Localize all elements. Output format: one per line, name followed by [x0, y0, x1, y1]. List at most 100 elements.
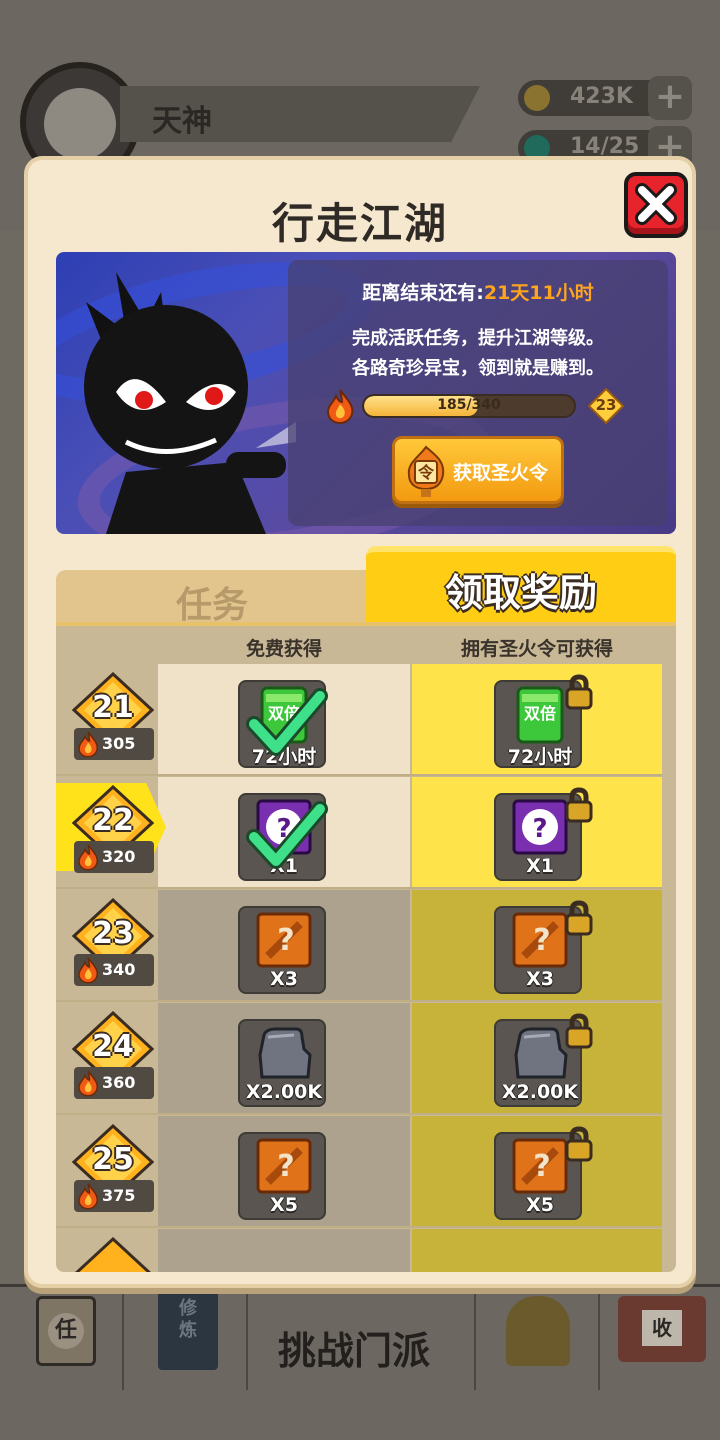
- description-line-2: 各路奇珍异宝，领到就是赚到。: [352, 358, 604, 379]
- paid-reward-cell[interactable]: X2.00K: [412, 1003, 662, 1113]
- tab-rewards[interactable]: 领取奖励: [366, 546, 676, 622]
- level-points: 320: [74, 841, 154, 873]
- coin-icon: [524, 85, 550, 111]
- tab-rewards-label: 领取奖励: [444, 571, 597, 615]
- description-line-1: 完成活跃任务，提升江湖等级。: [352, 328, 604, 349]
- coin-value: 423K: [570, 84, 633, 109]
- row-divider: [56, 1226, 662, 1228]
- lock-icon: [565, 674, 593, 710]
- flame-icon: [78, 1183, 99, 1210]
- level-points: 375: [74, 1180, 154, 1212]
- paid-reward-item[interactable]: ? X5: [494, 1126, 593, 1220]
- row-divider: [56, 774, 662, 776]
- row-divider: [56, 1000, 662, 1002]
- paid-reward-cell[interactable]: ? X5: [412, 1116, 662, 1226]
- current-level-badge: 23: [587, 387, 625, 425]
- free-reward-item[interactable]: X2.00K: [238, 1019, 326, 1107]
- add-coin-button[interactable]: +: [648, 76, 692, 120]
- item-quantity: X5: [270, 1194, 298, 1216]
- challenge-sect-label: 挑战门派: [278, 1329, 431, 1373]
- free-reward-cell[interactable]: X2.00K: [158, 1003, 410, 1113]
- flame-icon: [326, 389, 354, 424]
- row-divider: [56, 887, 662, 889]
- claimed-check-icon: [246, 801, 328, 869]
- level-points: 360: [74, 1067, 154, 1099]
- reward-row: ? X5? X5 25 375: [56, 1116, 676, 1228]
- player-name: 天神: [152, 104, 212, 139]
- get-token-label: 获取圣火令: [453, 462, 549, 484]
- tab-tasks[interactable]: 任务: [56, 570, 368, 626]
- flame-icon: [78, 731, 99, 758]
- flame-icon: [78, 844, 99, 871]
- reward-row: 双倍 72小时 双倍 72小时 21 305: [56, 664, 676, 776]
- item-quantity: X3: [526, 968, 554, 990]
- row-divider: [56, 1113, 662, 1115]
- holy-fire-token-icon: 令: [407, 445, 445, 497]
- mystery-purple-icon: ?: [510, 799, 570, 857]
- item-quantity: X3: [270, 968, 298, 990]
- item-quantity: X5: [526, 1194, 554, 1216]
- countdown: 距离结束还有:21天11小时: [288, 278, 668, 305]
- claimed-check-icon: [246, 688, 328, 756]
- paid-reward-item[interactable]: X2.00K: [494, 1013, 593, 1107]
- diamond-badge-icon: [75, 1237, 151, 1272]
- reward-row: ? X3? X3 23 340: [56, 890, 676, 1002]
- free-reward-item[interactable]: 双倍 72小时: [238, 680, 328, 768]
- free-reward-cell[interactable]: ? X3: [158, 890, 410, 1000]
- svg-text:?: ?: [277, 923, 294, 958]
- item-quantity: 72小时: [507, 746, 573, 768]
- level-number: 21: [92, 690, 134, 725]
- mystery-orange-icon: ?: [510, 912, 570, 970]
- mystery-orange-icon: ?: [254, 912, 314, 970]
- free-reward-item[interactable]: ? X1: [238, 793, 328, 881]
- free-reward-cell[interactable]: [158, 1229, 410, 1272]
- ninja-character-image: [84, 272, 296, 534]
- event-description: 完成活跃任务，提升江湖等级。 各路奇珍异宝，领到就是赚到。: [288, 324, 668, 384]
- current-level-value: 23: [595, 396, 617, 414]
- free-reward-cell[interactable]: ? X1: [158, 777, 410, 887]
- paid-reward-item[interactable]: ? X3: [494, 900, 593, 994]
- free-reward-item[interactable]: ? X5: [238, 1132, 326, 1220]
- token-char: 令: [417, 463, 435, 482]
- paid-reward-cell[interactable]: 双倍 72小时: [412, 664, 662, 774]
- paid-reward-cell[interactable]: ? X1: [412, 777, 662, 887]
- paid-reward-cell[interactable]: ? X3: [412, 890, 662, 1000]
- free-reward-cell[interactable]: 双倍 72小时: [158, 664, 410, 774]
- flame-icon: [78, 1070, 99, 1097]
- level-points: 340: [74, 954, 154, 986]
- reward-row-partial: [56, 1229, 676, 1272]
- svg-text:?: ?: [532, 814, 547, 844]
- countdown-value: 21天11小时: [483, 282, 594, 304]
- pass-modal: 行走江湖 距离结束还有:21天11小时 完成活跃任务，提升江湖等级。 各路奇珍异…: [24, 156, 696, 1288]
- reward-table[interactable]: 免费获得 拥有圣火令可获得 双倍 72小时 双倍 72小时 21 305? X1? X1 22 3…: [56, 622, 676, 1272]
- level-points-value: 375: [102, 1186, 136, 1205]
- book-icon: 修炼: [158, 1290, 218, 1370]
- level-number: 23: [92, 916, 134, 951]
- mystery-orange-icon: ?: [254, 1138, 314, 1196]
- free-reward-cell[interactable]: ? X5: [158, 1116, 410, 1226]
- paid-column-header: 拥有圣火令可获得: [460, 638, 613, 660]
- double-card-icon: 双倍: [510, 686, 570, 744]
- paid-reward-item[interactable]: 双倍 72小时: [494, 674, 593, 768]
- reward-row: ? X1? X1 22 320: [56, 777, 676, 889]
- paid-reward-cell[interactable]: [412, 1229, 662, 1272]
- modal-title: 行走江湖: [271, 199, 448, 248]
- close-icon: [635, 183, 677, 225]
- close-button[interactable]: [624, 172, 688, 238]
- paid-reward-item[interactable]: ? X1: [494, 787, 593, 881]
- level-points-value: 320: [102, 847, 136, 866]
- lock-icon: [565, 900, 593, 936]
- event-banner: 距离结束还有:21天11小时 完成活跃任务，提升江湖等级。 各路奇珍异宝，领到就…: [56, 252, 676, 534]
- countdown-label: 距离结束还有:: [362, 282, 484, 304]
- event-info-panel: 距离结束还有:21天11小时 完成活跃任务，提升江湖等级。 各路奇珍异宝，领到就…: [288, 260, 668, 526]
- coin-resource: 423K +: [518, 76, 692, 120]
- shop-icon: 收: [618, 1296, 706, 1362]
- stone-icon: [254, 1025, 314, 1083]
- get-holy-fire-token-button[interactable]: 令 获取圣火令: [392, 436, 564, 504]
- item-quantity: X1: [526, 855, 554, 877]
- level-number: 22: [92, 803, 134, 838]
- exp-progress-text: 185/340: [437, 397, 501, 413]
- free-column-header: 免费获得: [245, 638, 322, 660]
- level-points-value: 360: [102, 1073, 136, 1092]
- free-reward-item[interactable]: ? X3: [238, 906, 326, 994]
